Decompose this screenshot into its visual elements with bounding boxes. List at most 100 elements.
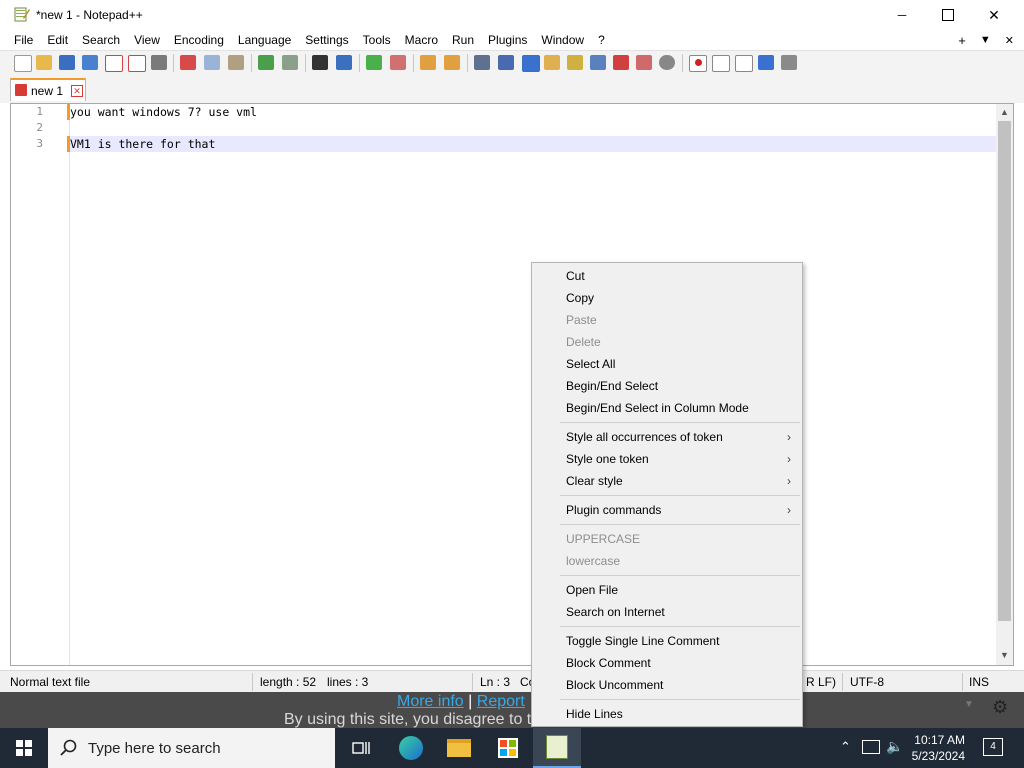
word-wrap-icon[interactable] [474, 55, 490, 70]
save-icon[interactable] [59, 55, 75, 70]
save-all-icon[interactable] [82, 55, 98, 70]
background-dropdown-icon[interactable]: ▼ [964, 699, 974, 710]
function-list-icon[interactable] [613, 55, 629, 70]
menu-begin-end-select[interactable]: Begin/End Select [566, 377, 791, 395]
network-icon[interactable] [862, 740, 880, 754]
menu-plugins[interactable]: Plugins [481, 30, 534, 50]
menu-run[interactable]: Run [445, 30, 481, 50]
menu-file[interactable]: File [0, 30, 40, 50]
tab-new-1[interactable]: new 1 ✕ [10, 78, 86, 101]
save-macro-icon[interactable] [781, 55, 797, 70]
notification-center-icon[interactable]: 4 [983, 738, 1003, 756]
scrollbar-thumb[interactable] [998, 121, 1011, 621]
clock-time: 10:17 AM [914, 733, 965, 747]
new-tab-plus-button[interactable]: + [958, 33, 966, 48]
stop-macro-icon[interactable] [712, 55, 730, 72]
search-placeholder: Type here to search [88, 740, 221, 757]
find-icon[interactable] [312, 55, 328, 70]
record-macro-icon[interactable] [689, 55, 707, 72]
menu-window[interactable]: Window [534, 30, 591, 50]
menu-plugin-commands[interactable]: Plugin commands › [566, 501, 791, 519]
code-line[interactable]: you want windows 7? use vml [70, 104, 257, 120]
store-taskbar-button[interactable] [484, 728, 532, 768]
monitoring-icon[interactable] [659, 55, 675, 70]
notepadpp-taskbar-button[interactable] [533, 728, 581, 768]
sync-horizontal-icon[interactable] [444, 55, 460, 70]
minimize-button[interactable]: ─ [879, 0, 925, 30]
more-info-link[interactable]: More info [397, 693, 464, 710]
menu-style-one-token[interactable]: Style one token › [566, 450, 791, 468]
editor-area[interactable]: 1 2 3 you want windows 7? use vml VM1 is… [10, 103, 1014, 666]
menu-block-uncomment[interactable]: Block Uncomment [566, 676, 791, 694]
cut-icon[interactable] [180, 55, 196, 70]
play-macro-icon[interactable] [735, 55, 753, 72]
print-icon[interactable] [151, 55, 167, 70]
menu-tools[interactable]: Tools [356, 30, 398, 50]
tab-close-icon[interactable]: ✕ [71, 85, 83, 97]
menu-delete[interactable]: Delete [566, 333, 791, 351]
menu-cut[interactable]: Cut [566, 267, 791, 285]
menu-settings[interactable]: Settings [298, 30, 355, 50]
maximize-button[interactable] [925, 0, 971, 30]
menu-language[interactable]: Language [231, 30, 298, 50]
menu-style-all-occurrences[interactable]: Style all occurrences of token › [566, 428, 791, 446]
menu-lowercase[interactable]: lowercase [566, 552, 791, 570]
copy-icon[interactable] [204, 55, 220, 70]
close-all-icon[interactable] [128, 55, 146, 72]
doc-map-icon[interactable] [567, 55, 583, 70]
scroll-up-icon[interactable]: ▲ [1000, 107, 1009, 117]
menu-block-comment[interactable]: Block Comment [566, 654, 791, 672]
close-window-button[interactable]: ✕ [971, 0, 1017, 30]
menu-paste[interactable]: Paste [566, 311, 791, 329]
menu-macro[interactable]: Macro [398, 30, 445, 50]
menu-search[interactable]: Search [75, 30, 127, 50]
volume-muted-icon[interactable]: 🔈 [886, 738, 903, 755]
start-button[interactable] [0, 728, 48, 768]
show-hidden-icons-chevron-icon[interactable]: ⌃ [840, 739, 851, 755]
run-macro-multiple-icon[interactable] [758, 55, 774, 70]
tab-list-dropdown-button[interactable]: ▼ [980, 34, 991, 46]
user-defined-lang-icon[interactable] [544, 55, 560, 70]
redo-icon[interactable] [282, 55, 298, 70]
report-link[interactable]: Report [477, 693, 525, 710]
file-explorer-taskbar-button[interactable] [435, 728, 483, 768]
zoom-in-icon[interactable] [366, 55, 382, 70]
menu-begin-end-select-column[interactable]: Begin/End Select in Column Mode [566, 399, 791, 417]
taskbar-search-box[interactable]: Type here to search [48, 728, 335, 768]
title-bar: *new 1 - Notepad++ ─ ✕ [0, 0, 1024, 30]
close-doc-button[interactable]: ✕ [1005, 34, 1014, 47]
notification-count: 4 [990, 741, 996, 752]
scroll-down-icon[interactable]: ▼ [1000, 650, 1009, 660]
menu-search-on-internet[interactable]: Search on Internet [566, 603, 791, 621]
vertical-scrollbar[interactable]: ▲ ▼ [996, 104, 1013, 665]
menu-open-file[interactable]: Open File [566, 581, 791, 599]
close-file-icon[interactable] [105, 55, 123, 72]
new-file-icon[interactable] [14, 55, 32, 72]
menu-edit[interactable]: Edit [40, 30, 75, 50]
doc-list-icon[interactable] [590, 55, 606, 70]
sync-vertical-icon[interactable] [420, 55, 436, 70]
code-line[interactable]: VM1 is there for that [70, 136, 215, 152]
open-file-icon[interactable] [36, 55, 52, 70]
replace-icon[interactable] [336, 55, 352, 70]
folder-workspace-icon[interactable] [636, 55, 652, 70]
menu-help[interactable]: ? [591, 30, 612, 50]
gear-icon[interactable]: ⚙ [992, 697, 1012, 717]
menu-toggle-single-line-comment[interactable]: Toggle Single Line Comment [566, 632, 791, 650]
menu-encoding[interactable]: Encoding [167, 30, 231, 50]
undo-icon[interactable] [258, 55, 274, 70]
menu-copy[interactable]: Copy [566, 289, 791, 307]
task-view-button[interactable] [337, 728, 385, 768]
menu-uppercase[interactable]: UPPERCASE [566, 530, 791, 548]
menu-select-all[interactable]: Select All [566, 355, 791, 373]
notepadpp-icon [546, 735, 568, 759]
menu-view[interactable]: View [127, 30, 167, 50]
menu-hide-lines[interactable]: Hide Lines [566, 705, 791, 723]
edge-taskbar-button[interactable] [387, 728, 435, 768]
paste-icon[interactable] [228, 55, 244, 70]
indent-guide-icon[interactable] [522, 55, 540, 72]
clock[interactable]: 10:17 AM 5/23/2024 [912, 732, 965, 764]
show-all-chars-icon[interactable] [498, 55, 514, 70]
menu-clear-style[interactable]: Clear style › [566, 472, 791, 490]
zoom-out-icon[interactable] [390, 55, 406, 70]
